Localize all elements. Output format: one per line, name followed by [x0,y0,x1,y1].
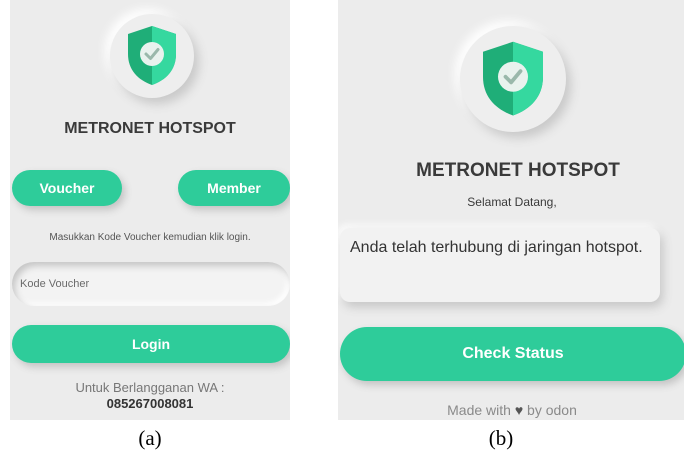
voucher-code-input[interactable] [12,262,290,306]
footer-suffix: by odon [527,402,577,418]
connection-message: Anda telah terhubung di jaringan hotspot… [340,228,660,302]
member-tab-button[interactable]: Member [178,170,290,206]
voucher-tab-button[interactable]: Voucher [12,170,122,206]
voucher-instruction: Masukkan Kode Voucher kemudian klik logi… [49,232,251,243]
shield-check-icon [483,41,543,116]
subscribe-phone-number: 085267008081 [106,396,194,411]
brand-title: METRONET HOTSPOT [64,120,236,137]
subscribe-label: Untuk Berlangganan WA : [75,380,225,395]
heart-icon: ♥ [514,402,524,418]
figure: METRONET HOTSPOT Voucher Member Masukkan… [0,0,684,458]
shield-check-icon [128,26,176,85]
welcome-subtitle: Selamat Datang, [467,195,557,209]
connected-status-screen: METRONET HOTSPOT Selamat Datang, Anda te… [338,0,684,420]
caption-b: (b) [488,426,514,450]
logo-badge [110,14,194,98]
check-status-button[interactable]: Check Status [340,327,684,381]
brand-title: METRONET HOTSPOT [416,160,620,181]
logo-badge [460,26,566,132]
voucher-login-screen: METRONET HOTSPOT Voucher Member Masukkan… [10,0,290,420]
login-button[interactable]: Login [12,325,290,363]
footer-prefix: Made with [447,402,511,418]
caption-a: (a) [138,426,162,450]
footer-credit: Made with ♥ by odon [338,402,684,418]
